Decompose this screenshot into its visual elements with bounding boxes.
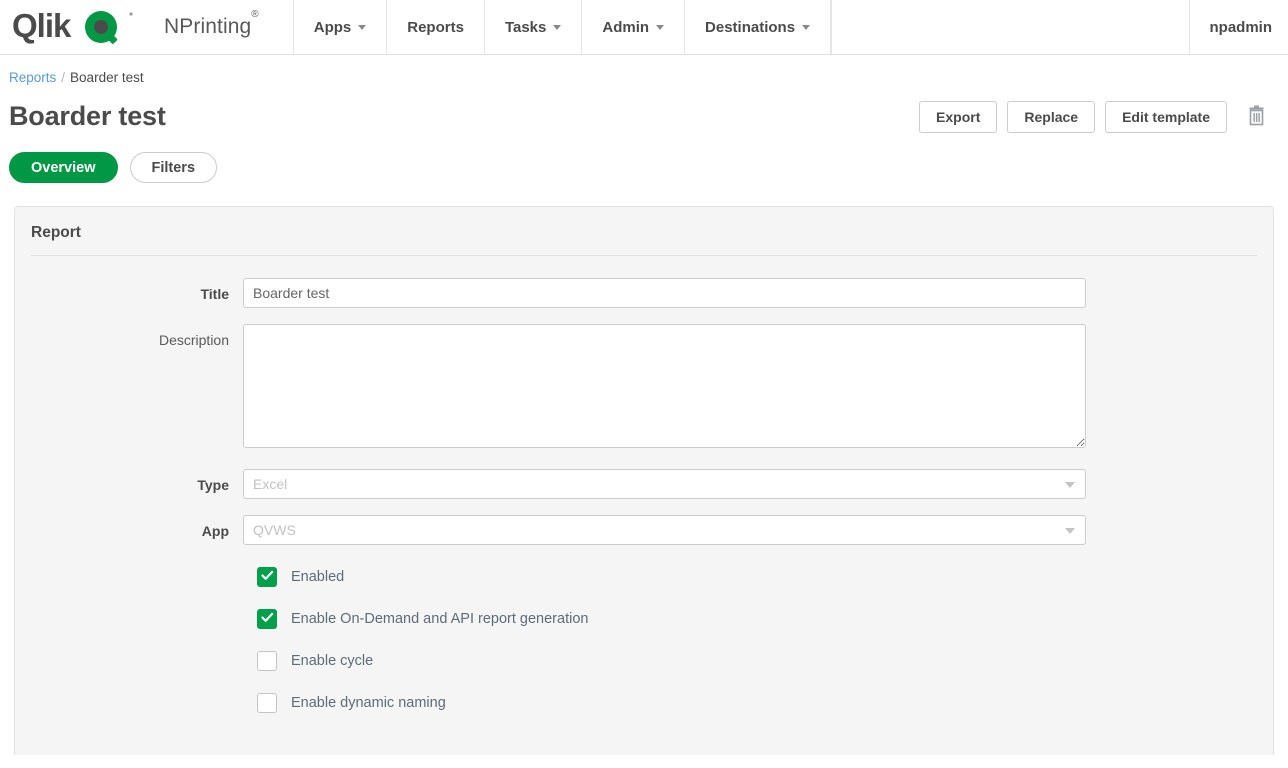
- page-title: Boarder test: [9, 101, 166, 131]
- nav-label-apps: Apps: [313, 18, 352, 36]
- export-button[interactable]: Export: [919, 100, 998, 133]
- nav-item-reports[interactable]: Reports: [386, 0, 484, 54]
- app-field-wrap: QVWS: [243, 515, 1086, 545]
- enabled-checkbox[interactable]: [257, 567, 277, 587]
- chevron-down-icon: [1065, 482, 1075, 488]
- app-select[interactable]: QVWS: [243, 515, 1086, 545]
- form-row-description: Description: [15, 324, 1273, 453]
- delete-report-button[interactable]: [1243, 103, 1270, 131]
- tab-filters[interactable]: Filters: [129, 152, 218, 183]
- app-label: App: [201, 523, 229, 539]
- nav-spacer: [831, 0, 1188, 54]
- title-input[interactable]: [243, 278, 1086, 308]
- title-label: Title: [200, 286, 229, 302]
- nav-item-admin[interactable]: Admin: [581, 0, 684, 54]
- nav-item-destinations[interactable]: Destinations: [684, 0, 832, 54]
- nav-label-reports: Reports: [407, 18, 464, 36]
- check-icon: [260, 568, 274, 586]
- form-row-type: Type Excel: [15, 469, 1273, 499]
- chevron-down-icon: [553, 24, 562, 30]
- enable-cycle-checkbox[interactable]: [257, 651, 277, 671]
- svg-text:Qlik: Qlik: [12, 10, 72, 44]
- type-label: Type: [197, 477, 229, 493]
- page-actions: Export Replace Edit template: [919, 100, 1279, 133]
- enabled-label[interactable]: Enabled: [291, 569, 344, 585]
- user-name-label: npadmin: [1209, 18, 1273, 36]
- check-icon: [260, 610, 274, 628]
- enable-dynamic-naming-label[interactable]: Enable dynamic naming: [291, 695, 446, 711]
- app-select-value: QVWS: [253, 522, 296, 538]
- chevron-down-icon: [358, 24, 367, 30]
- breadcrumb-separator: /: [61, 70, 66, 85]
- on-demand-label[interactable]: Enable On-Demand and API report generati…: [291, 611, 588, 627]
- form-row-title: Title: [15, 278, 1273, 308]
- page-title-row: Boarder test Export Replace Edit templat…: [0, 85, 1288, 137]
- main-navigation: Apps Reports Tasks Admin Destinations: [292, 0, 832, 54]
- nav-label-destinations: Destinations: [705, 18, 796, 36]
- nav-item-tasks[interactable]: Tasks: [483, 0, 581, 54]
- breadcrumb-link-reports[interactable]: Reports: [9, 70, 56, 85]
- chevron-down-icon: [1065, 528, 1075, 534]
- nav-item-apps[interactable]: Apps: [292, 0, 387, 54]
- trash-icon: [1247, 105, 1266, 129]
- breadcrumb: Reports / Boarder test: [0, 55, 1288, 85]
- form-row-app: App QVWS: [15, 515, 1273, 545]
- on-demand-checkbox[interactable]: [257, 609, 277, 629]
- description-textarea[interactable]: [243, 324, 1086, 448]
- type-select[interactable]: Excel: [243, 469, 1086, 499]
- checkbox-row-cycle: Enable cycle: [15, 651, 1273, 671]
- user-menu[interactable]: npadmin: [1188, 0, 1288, 54]
- report-form: Title Description Type Excel App: [15, 256, 1273, 713]
- breadcrumb-current: Boarder test: [70, 70, 144, 85]
- chevron-down-icon: [802, 24, 811, 30]
- checkbox-row-enabled: Enabled: [15, 567, 1273, 587]
- top-navigation-bar: Qlik NPrinting® Apps Reports Tasks Admin…: [0, 0, 1288, 55]
- nav-label-tasks: Tasks: [504, 18, 547, 36]
- qlik-logo-icon: Qlik: [12, 10, 134, 44]
- tab-overview[interactable]: Overview: [9, 152, 118, 183]
- enable-dynamic-naming-checkbox[interactable]: [257, 693, 277, 713]
- report-panel: Report Title Description Type Excel: [14, 206, 1274, 755]
- description-label: Description: [158, 332, 229, 348]
- replace-button[interactable]: Replace: [1007, 100, 1096, 133]
- product-name: NPrinting®: [164, 9, 259, 38]
- checkbox-row-ondemand: Enable On-Demand and API report generati…: [15, 609, 1273, 629]
- panel-title: Report: [31, 224, 81, 241]
- tab-bar: Overview Filters: [0, 137, 1288, 183]
- enable-cycle-label[interactable]: Enable cycle: [291, 653, 373, 669]
- nav-label-admin: Admin: [602, 18, 650, 36]
- title-field-wrap: [243, 278, 1086, 308]
- brand-logo-area[interactable]: Qlik NPrinting®: [0, 0, 273, 54]
- edit-template-button[interactable]: Edit template: [1105, 100, 1227, 133]
- type-field-wrap: Excel: [243, 469, 1086, 499]
- checkbox-row-dynamic-naming: Enable dynamic naming: [15, 693, 1273, 713]
- type-select-value: Excel: [253, 476, 288, 492]
- chevron-down-icon: [656, 24, 665, 30]
- description-field-wrap: [243, 324, 1086, 453]
